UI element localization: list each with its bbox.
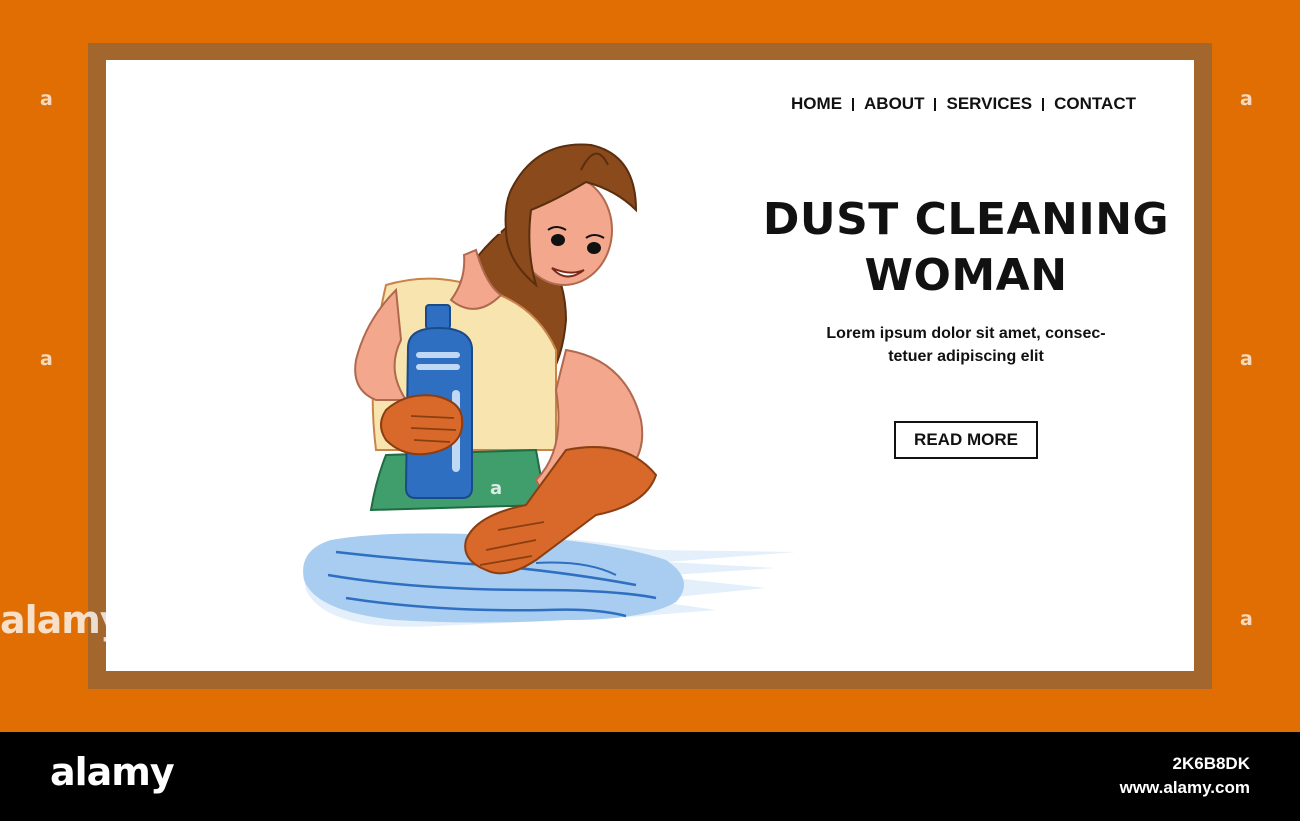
watermark-glyph: a [490, 218, 503, 239]
nav-about-link[interactable]: ABOUT [864, 94, 924, 114]
watermark-glyph: a [490, 478, 503, 499]
nav-services-link[interactable]: SERVICES [946, 94, 1032, 114]
watermark-glyph: a [1240, 348, 1253, 370]
hero-subtitle-line-1: Lorem ipsum dolor sit amet, consec- [826, 325, 1106, 342]
woman-cleaning-illustration [303, 143, 796, 627]
footer-url: www.alamy.com [1119, 778, 1250, 797]
footer-logo: alamy [50, 750, 175, 794]
top-navigation: HOME ABOUT SERVICES CONTACT [791, 94, 1136, 114]
nav-separator [1042, 97, 1045, 111]
nav-separator [934, 97, 937, 111]
watermark-glyph: a [1240, 608, 1253, 630]
stock-footer-bar: alamy 2K6B8DK www.alamy.com [0, 732, 1300, 821]
image-id: 2K6B8DK [1172, 754, 1250, 773]
nav-separator [852, 97, 855, 111]
nav-contact-link[interactable]: CONTACT [1054, 94, 1136, 114]
watermark-glyph: a [40, 348, 53, 370]
landing-page: HOME ABOUT SERVICES CONTACT DUST CLEANIN… [106, 60, 1194, 671]
hero-subtitle-line-2: tetuer adipiscing elit [888, 348, 1044, 365]
watermark-glyph: a [40, 88, 53, 110]
watermark-wordmark: alamy [0, 598, 125, 642]
hero-subtitle: Lorem ipsum dolor sit amet, consec- tetu… [786, 322, 1146, 368]
read-more-button[interactable]: READ MORE [894, 421, 1038, 459]
watermark-glyph: a [1240, 88, 1253, 110]
stock-image-canvas: HOME ABOUT SERVICES CONTACT DUST CLEANIN… [0, 0, 1300, 732]
nav-home-link[interactable]: HOME [791, 94, 842, 114]
